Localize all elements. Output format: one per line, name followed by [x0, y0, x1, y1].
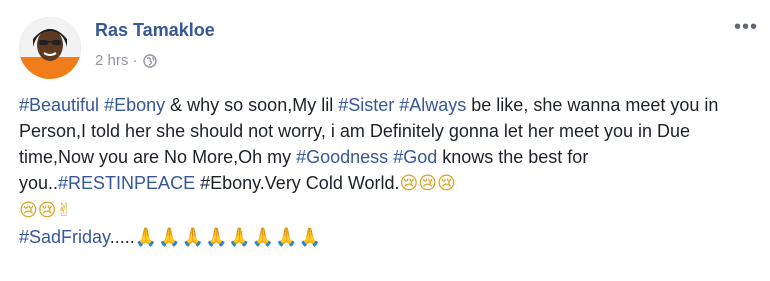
- avatar[interactable]: [19, 17, 81, 79]
- post-text-segment: .....: [109, 227, 135, 247]
- emoji: 🙏🙏🙏🙏🙏🙏🙏🙏: [134, 227, 323, 248]
- hashtag-link[interactable]: #Always: [399, 95, 466, 115]
- hashtag-link[interactable]: #SadFriday: [19, 227, 110, 247]
- hashtag-link[interactable]: #God: [393, 147, 437, 167]
- hashtag-link[interactable]: #Ebony: [104, 95, 165, 115]
- emoji: 😢😢😢: [399, 173, 456, 194]
- meta-separator: ·: [132, 52, 138, 69]
- post-meta: 2 hrs ·: [95, 52, 158, 69]
- hashtag-link[interactable]: #Beautiful: [19, 95, 99, 115]
- more-options-icon[interactable]: •••: [734, 17, 758, 37]
- hashtag-link[interactable]: #Goodness: [296, 147, 388, 167]
- profile-photo: [19, 17, 81, 79]
- facebook-post: Ras Tamakloe 2 hrs · ••• #Beautiful #Ebo…: [0, 0, 770, 281]
- post-text-segment: & why so soon,My lil: [165, 95, 339, 115]
- author-name[interactable]: Ras Tamakloe: [95, 20, 215, 41]
- emoji: 😢😢: [19, 200, 57, 221]
- post-text-segment: #Ebony.Very Cold World.: [195, 173, 400, 193]
- globe-icon[interactable]: [143, 53, 158, 68]
- post-text: #Beautiful #Ebony & why so soon,My lil #…: [19, 92, 759, 251]
- timestamp[interactable]: 2 hrs: [95, 52, 128, 69]
- hashtag-link[interactable]: #Sister: [338, 95, 394, 115]
- emoji: ✌: [56, 200, 73, 221]
- hashtag-link[interactable]: #RESTINPEACE: [58, 173, 195, 193]
